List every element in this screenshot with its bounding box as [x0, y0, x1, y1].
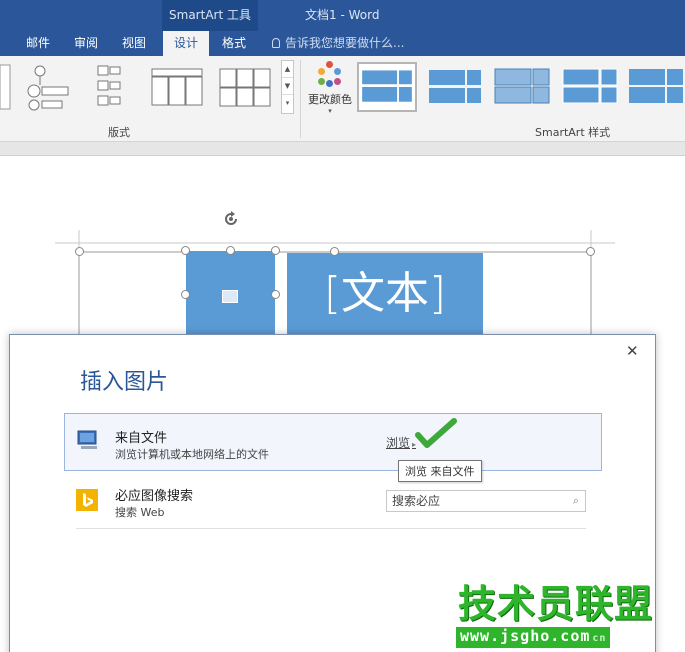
resize-handle[interactable]: [181, 246, 190, 255]
browse-label: 浏览: [386, 436, 411, 450]
bing-logo-icon: [76, 489, 98, 511]
from-file-title: 来自文件: [115, 431, 168, 446]
bing-search-subtitle: 搜索 Web: [115, 506, 165, 519]
resize-handle[interactable]: [75, 247, 84, 256]
insert-picture-icon[interactable]: [222, 290, 238, 303]
from-file-subtitle: 浏览计算机或本地网络上的文件: [115, 448, 269, 461]
watermark-logo: 技术员联盟: [458, 582, 654, 626]
resize-handle[interactable]: [271, 290, 280, 299]
rotate-handle-icon[interactable]: [222, 210, 240, 228]
resize-handle[interactable]: [181, 290, 190, 299]
bing-search-placeholder: 搜索必应: [392, 494, 441, 508]
resize-handle[interactable]: [226, 246, 235, 255]
browse-tooltip: 浏览 来自文件: [398, 460, 482, 482]
resize-handle[interactable]: [586, 247, 595, 256]
search-icon[interactable]: ⌕: [573, 491, 579, 511]
dialog-title: 插入图片: [80, 370, 169, 395]
browse-link[interactable]: 浏览 ▸: [386, 434, 416, 451]
smartart-text-shape[interactable]: [文本]: [287, 253, 483, 335]
computer-icon: [77, 430, 97, 449]
watermark-url-text: www.jsgho.com: [460, 627, 591, 645]
resize-handle[interactable]: [330, 247, 339, 256]
dialog-divider: [76, 528, 586, 529]
watermark-tld: cn: [592, 633, 607, 644]
close-icon[interactable]: ✕: [626, 342, 639, 360]
bing-search-input[interactable]: 搜索必应 ⌕: [386, 490, 586, 512]
resize-handle[interactable]: [271, 246, 280, 255]
checkmark-icon: [415, 418, 457, 448]
watermark-url: www.jsgho.com cn: [456, 627, 611, 648]
bing-search-title: 必应图像搜索: [115, 489, 194, 504]
